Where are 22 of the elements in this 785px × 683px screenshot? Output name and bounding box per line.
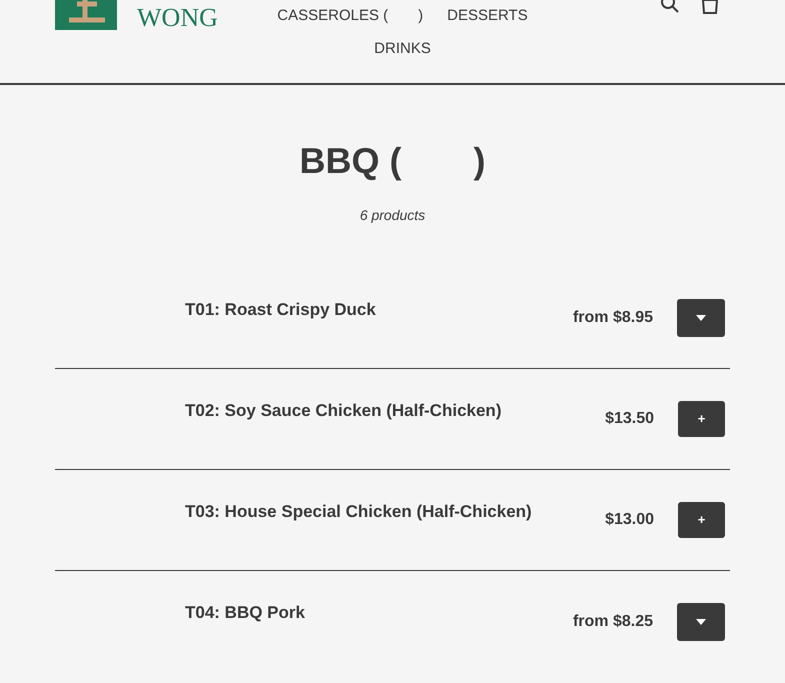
product-price: from $8.25 [572,612,653,632]
caret-down-icon [696,618,706,624]
product-name[interactable]: T03: House Special Chicken (Half-Chicken) [185,499,606,524]
options-button[interactable] [677,602,725,640]
search-icon[interactable] [660,0,680,14]
product-price: from $8.95 [572,308,653,328]
product-name[interactable]: T04: BBQ Pork [185,600,573,626]
caret-down-icon [696,315,706,321]
options-button[interactable] [677,299,725,337]
product-count: 6 products [360,206,426,225]
product-name[interactable]: T01: Roast Crispy Duck [185,297,573,322]
cart-icon[interactable] [700,0,720,14]
logo-text: WONG [137,5,218,31]
product-price: $13.50 [605,409,654,429]
add-button[interactable]: + [678,502,725,538]
nav-link[interactable]: DESSERTS [447,5,528,28]
add-button[interactable]: + [678,401,725,437]
nav-link[interactable]: CASSEROLES ( ) [277,5,424,28]
product-name[interactable]: T02: Soy Sauce Chicken (Half-Chicken) [185,398,606,424]
nav-link[interactable]: DRINKS [374,38,431,60]
product-price: $13.00 [605,510,654,530]
collection-title: BBQ ( ) [300,141,486,181]
